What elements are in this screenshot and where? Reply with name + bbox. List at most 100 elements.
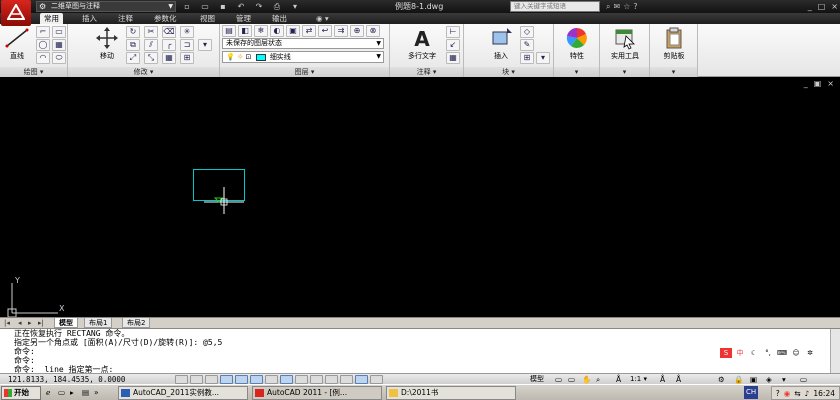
snap-toggle[interactable] <box>190 375 203 384</box>
block-more-icon[interactable]: ▾ <box>536 52 550 64</box>
layer-freeze-icon[interactable]: ❄ <box>254 25 268 37</box>
start-button[interactable]: 开始 <box>1 386 41 400</box>
transparency-toggle[interactable] <box>340 375 353 384</box>
network-icon[interactable]: ⇆ <box>794 386 800 400</box>
block-attribute-icon[interactable]: ⊞ <box>520 52 534 64</box>
application-menu-button[interactable] <box>1 0 31 26</box>
scale-icon[interactable]: ⤡ <box>144 52 158 64</box>
infer-constraints-toggle[interactable] <box>175 375 188 384</box>
layout-nav-prev-icon[interactable]: ◂ <box>18 318 22 328</box>
polyline-icon[interactable]: ⌐ <box>36 26 50 38</box>
taskbar-item-word[interactable]: AutoCAD_2011实例教... <box>118 386 248 400</box>
help-icon[interactable]: ? <box>633 0 637 13</box>
layer-off-icon[interactable]: ◐ <box>270 25 284 37</box>
layer-delete-icon[interactable]: ⊗ <box>366 25 380 37</box>
extend-icon[interactable]: ⊞ <box>180 52 194 64</box>
trim-icon[interactable]: ✂ <box>144 26 158 38</box>
rotate-icon[interactable]: ↻ <box>126 26 140 38</box>
tab-model[interactable]: 模型 <box>54 318 78 328</box>
quicklaunch-folder-icon[interactable]: ▤ <box>82 385 89 400</box>
utilities-button[interactable]: 实用工具 <box>604 26 646 61</box>
communication-center-icon[interactable]: ✉ <box>613 0 620 13</box>
layer-isolate-icon[interactable]: ◧ <box>238 25 252 37</box>
ime-user-icon[interactable]: ☺ <box>790 348 802 358</box>
rectangle-icon[interactable]: ▭ <box>52 26 66 38</box>
ime-punct-icon[interactable]: °, <box>762 348 774 358</box>
panel-title-utilities[interactable]: ▾ <box>600 67 649 77</box>
redo-icon[interactable]: ↷ <box>252 1 266 12</box>
erase-icon[interactable]: ⌫ <box>162 26 176 38</box>
otrack-toggle[interactable] <box>280 375 293 384</box>
offset-icon[interactable]: ⊐ <box>180 39 194 51</box>
taskbar-item-autocad[interactable]: AutoCAD 2011 - [例... <box>252 386 382 400</box>
tab-layout1[interactable]: 布局1 <box>84 318 113 328</box>
input-language-indicator[interactable]: CH <box>744 386 759 399</box>
circle-icon[interactable]: ◯ <box>36 39 50 51</box>
workspace-selector[interactable]: ⚙ 二维草图与注释 ▼ <box>36 1 176 12</box>
search-icon[interactable]: ⌕ <box>606 0 610 13</box>
open-folder-icon[interactable]: ▭ <box>198 1 212 12</box>
undo-icon[interactable]: ↶ <box>234 1 248 12</box>
arc-icon[interactable]: ◠ <box>36 52 50 64</box>
osnap-toggle[interactable] <box>250 375 263 384</box>
layer-properties-icon[interactable]: ▤ <box>222 25 236 37</box>
ime-moon-icon[interactable]: ☾ <box>748 348 760 358</box>
tab-parametric[interactable]: 参数化 <box>150 13 181 24</box>
layer-previous-icon[interactable]: ↩ <box>318 25 332 37</box>
grid-toggle[interactable] <box>205 375 218 384</box>
properties-button[interactable]: 特性 <box>560 26 594 61</box>
antivirus-icon[interactable]: ◉ <box>784 386 791 400</box>
move-button[interactable]: 移动 <box>92 26 122 61</box>
tab-overflow-icon[interactable]: ◉ ▾ <box>312 13 333 24</box>
clipboard-button[interactable]: 剪贴板 <box>654 26 694 61</box>
hatch-icon[interactable]: ▦ <box>52 39 66 51</box>
copy-icon[interactable]: ⧉ <box>126 39 140 51</box>
panel-title-modify[interactable]: 修改 ▾ <box>68 67 219 77</box>
layer-match-icon[interactable]: ⇄ <box>302 25 316 37</box>
command-scrollbar[interactable] <box>830 329 840 374</box>
minimize-icon[interactable]: _ <box>808 0 812 13</box>
tab-layout2[interactable]: 布局2 <box>122 318 151 328</box>
panel-title-properties[interactable]: ▾ <box>554 67 599 77</box>
tab-insert[interactable]: 插入 <box>78 13 101 24</box>
tab-annotate[interactable]: 注释 <box>114 13 137 24</box>
ime-logo-icon[interactable]: S <box>720 348 732 358</box>
dropdown-icon[interactable]: ▾ <box>288 1 302 12</box>
mirror-icon[interactable]: ⫽ <box>144 39 158 51</box>
drawing-canvas[interactable]: _ ▣ × Y X <box>0 77 840 317</box>
explode-icon[interactable]: ✳ <box>180 26 194 38</box>
edit-block-icon[interactable]: ✎ <box>520 39 534 51</box>
mtext-button[interactable]: A 多行文字 <box>400 26 444 61</box>
tab-home[interactable]: 常用 <box>40 13 63 24</box>
help-icon[interactable]: ? <box>776 386 780 400</box>
3d-osnap-toggle[interactable] <box>265 375 278 384</box>
layer-walk-icon[interactable]: ⇉ <box>334 25 348 37</box>
ime-keyboard-icon[interactable]: ⌨ <box>776 348 788 358</box>
layer-state-dropdown[interactable]: 未保存的图层状态 ▼ <box>222 38 384 49</box>
layout-nav-last-icon[interactable]: ▸| <box>38 318 44 328</box>
taskbar-item-folder[interactable]: D:\2011书 <box>386 386 516 400</box>
ime-chinese-icon[interactable]: 中 <box>734 348 746 358</box>
command-window[interactable]: 正在恢复执行 RECTANG 命令。 指定另一个角点或 [面积(A)/尺寸(D)… <box>0 328 840 374</box>
modify-more-icon[interactable]: ▾ <box>198 39 212 51</box>
quicklaunch-more-icon[interactable]: » <box>94 385 99 400</box>
panel-title-annotation[interactable]: 注释 ▾ <box>390 67 463 77</box>
maximize-icon[interactable]: □ <box>818 0 826 13</box>
quicklaunch-media-icon[interactable]: ▸ <box>70 385 74 400</box>
ime-settings-icon[interactable]: ✲ <box>804 348 816 358</box>
layer-lock-icon[interactable]: ▣ <box>286 25 300 37</box>
search-input[interactable]: 键入关键字或短语 <box>510 1 600 12</box>
ellipse-icon[interactable]: ⬭ <box>52 52 66 64</box>
ducs-toggle[interactable] <box>295 375 308 384</box>
save-icon[interactable]: ▪ <box>216 1 230 12</box>
line-button[interactable]: 直线 <box>3 26 31 61</box>
dimension-icon[interactable]: ⊢ <box>446 26 460 38</box>
panel-title-block[interactable]: 块 ▾ <box>464 67 553 77</box>
panel-title-clipboard[interactable]: ▾ <box>650 67 697 77</box>
array-icon[interactable]: ▦ <box>162 52 176 64</box>
current-layer-dropdown[interactable]: 💡 ☼ ⊡ 细实线 ▼ <box>222 51 384 63</box>
ortho-toggle[interactable] <box>220 375 233 384</box>
lineweight-toggle[interactable] <box>325 375 338 384</box>
selection-cycling-toggle[interactable] <box>370 375 383 384</box>
insert-button[interactable]: 插入 <box>486 26 516 61</box>
